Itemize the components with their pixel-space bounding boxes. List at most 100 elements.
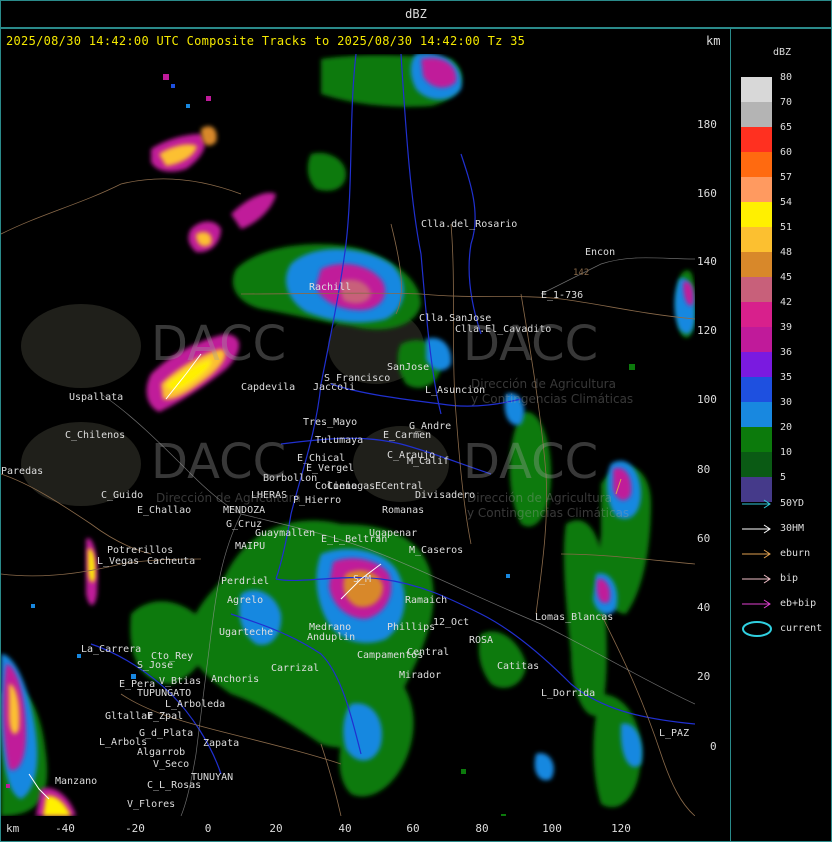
legend-swatch-label: 48 xyxy=(780,247,793,258)
legend-swatch xyxy=(741,102,772,127)
header-title: dBZ xyxy=(405,7,427,21)
legend-swatch xyxy=(741,177,772,202)
banner-unit: km xyxy=(706,34,721,48)
place-label: Central xyxy=(407,647,450,658)
x-tick-label: 100 xyxy=(542,822,562,835)
place-label: C_L_Rosas xyxy=(147,780,202,791)
x-tick-label: 20 xyxy=(269,822,283,835)
legend-title: dBZ xyxy=(773,47,792,58)
place-label: V_Seco xyxy=(153,759,190,770)
place-label: Algarrob xyxy=(137,747,186,758)
legend-swatch-label: 65 xyxy=(780,122,793,133)
place-label: Ugapenar xyxy=(369,528,418,539)
x-tick-label: -40 xyxy=(55,822,75,835)
current-cell-icon xyxy=(742,621,772,637)
legend-swatch-label: 10 xyxy=(780,447,793,458)
x-tick-label: -20 xyxy=(125,822,145,835)
place-label: Lomas_Blancas xyxy=(535,612,614,623)
place-label: Guaymallen xyxy=(255,528,316,539)
place-label: Cacheuta xyxy=(147,556,196,567)
place-label: E_1-736 xyxy=(541,290,584,301)
y-tick-label: 100 xyxy=(697,393,717,406)
legend-swatch xyxy=(741,327,772,352)
track-arrow-icon xyxy=(742,599,771,609)
place-label: Romanas xyxy=(382,505,425,516)
legend-swatch xyxy=(741,402,772,427)
legend-swatch xyxy=(741,277,772,302)
track-arrow-icon xyxy=(742,524,771,534)
y-tick-label: 60 xyxy=(697,532,711,545)
x-tick-label: 120 xyxy=(611,822,631,835)
y-tick-label: 20 xyxy=(697,670,711,683)
place-label: Zapata xyxy=(203,738,240,749)
place-label: TUPUNGATO xyxy=(137,688,192,699)
place-label: Ugarteche xyxy=(219,627,274,638)
place-label: Cienegas xyxy=(327,481,376,492)
place-label: Uspallata xyxy=(69,392,124,403)
place-label: Paredas xyxy=(1,466,44,477)
place-label: Agrelo xyxy=(227,595,264,606)
track-arrow-icon xyxy=(742,549,771,559)
place-label: S_Francisco xyxy=(324,373,391,384)
watermark-line2: y Contingencias Climáticas xyxy=(471,392,634,406)
legend-swatch-label: 45 xyxy=(780,272,793,283)
watermark-line1: Dirección de Agricultura xyxy=(467,491,612,505)
legend-swatch xyxy=(741,377,772,402)
place-label: S_M xyxy=(353,574,372,585)
watermark-line1: Dirección de Agricultura xyxy=(156,491,301,505)
legend-swatch xyxy=(741,252,772,277)
place-label: 12_Oct xyxy=(433,617,470,628)
legend-swatch-label: 20 xyxy=(780,422,793,433)
place-label: M_Caseros xyxy=(409,545,464,556)
x-tick-label: 60 xyxy=(406,822,420,835)
place-label: Carrizal xyxy=(271,663,320,674)
watermark-brand: DACC xyxy=(463,434,599,490)
legend-swatch xyxy=(741,302,772,327)
legend-swatch xyxy=(741,452,772,477)
watermark-line1: Dirección de Agricultura xyxy=(471,377,616,391)
place-label: G_Andre xyxy=(409,421,452,432)
watermark-brand: DACC xyxy=(463,316,599,372)
place-label: Manzano xyxy=(55,776,98,787)
track-legend-label: current xyxy=(780,623,823,634)
place-label: L_Arboleda xyxy=(165,699,226,710)
place-label: Anduplin xyxy=(307,632,356,643)
place-label: L_Dorrida xyxy=(541,688,596,699)
place-label: Phillips xyxy=(387,622,436,633)
place-label: V_Flores xyxy=(127,799,176,810)
legend-swatch-label: 30 xyxy=(780,397,793,408)
place-label: Potrerillos xyxy=(107,545,174,556)
y-tick-label: 180 xyxy=(697,118,717,131)
y-tick-label: 160 xyxy=(697,187,717,200)
legend-swatch-label: 5 xyxy=(780,472,787,483)
legend-swatch xyxy=(741,127,772,152)
place-label: Clla.del_Rosario xyxy=(421,219,518,230)
header-bar: dBZ xyxy=(0,0,832,28)
place-label: V_Btias xyxy=(159,676,202,687)
place-label: E_Zpal xyxy=(147,711,184,722)
place-label: Rachill xyxy=(309,282,352,293)
radar-map[interactable]: Clla.del_Rosario Encon 142 E_1-736 Rachi… xyxy=(1,54,695,816)
place-label: Mirador xyxy=(399,670,442,681)
y-tick-label: 120 xyxy=(697,324,717,337)
place-label: L_PAZ xyxy=(659,728,690,739)
place-label: MENDOZA xyxy=(223,505,266,516)
legend-swatch-label: 57 xyxy=(780,172,793,183)
track-legend-label: eb+bip xyxy=(780,598,817,609)
x-tick-label: 0 xyxy=(204,822,212,835)
place-label: C_Chilenos xyxy=(65,430,126,441)
legend-swatch-label: 80 xyxy=(780,72,793,83)
track-legend-label: 50YD xyxy=(780,498,805,509)
place-label: Gltallar xyxy=(105,711,154,722)
place-label: M_Calif xyxy=(407,456,450,467)
y-tick-label: 0 xyxy=(710,740,717,753)
legend-swatch-label: 35 xyxy=(780,372,793,383)
legend-swatch-label: 39 xyxy=(780,322,793,333)
legend-swatch xyxy=(741,202,772,227)
place-label: Perdriel xyxy=(221,576,270,587)
place-label: Capdevila xyxy=(241,382,296,393)
track-legend-label: eburn xyxy=(780,548,811,559)
legend-swatch xyxy=(741,427,772,452)
x-unit: km xyxy=(6,822,20,835)
place-label: Tres_Mayo xyxy=(303,417,358,428)
